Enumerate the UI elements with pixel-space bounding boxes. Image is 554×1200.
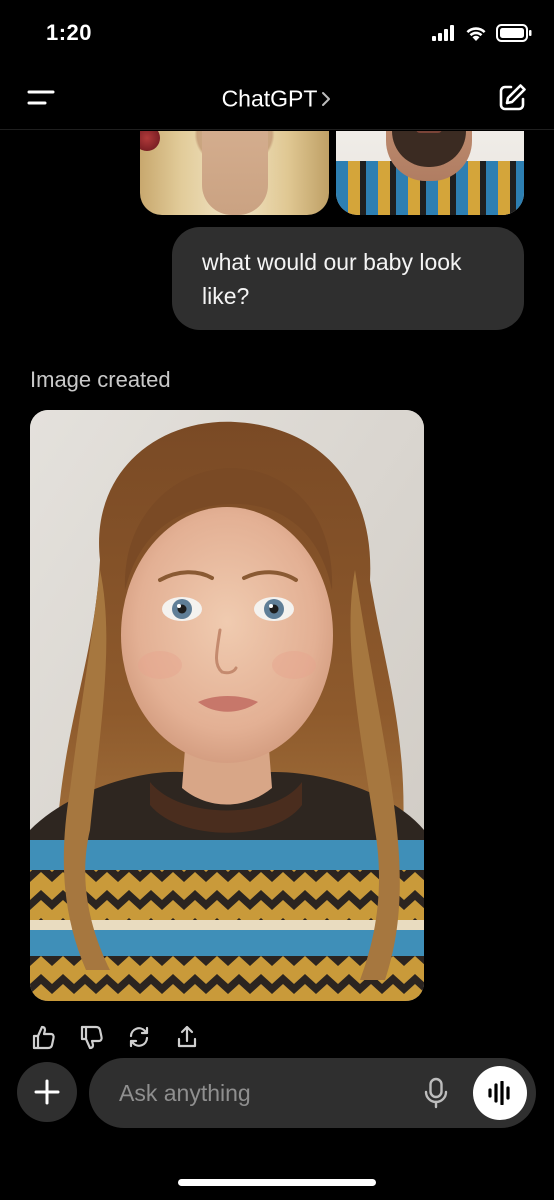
nav-bar: ChatGPT [0, 66, 554, 130]
attach-button[interactable] [17, 1062, 77, 1122]
message-actions [30, 1024, 200, 1050]
chevron-right-icon [322, 91, 331, 106]
model-selector[interactable]: ChatGPT [0, 84, 554, 112]
woman-portrait-photo[interactable] [140, 131, 329, 215]
voice-mode-button[interactable] [473, 1066, 527, 1120]
message-input[interactable] [119, 1076, 409, 1110]
home-indicator[interactable] [178, 1179, 376, 1186]
user-message-bubble: what would our baby look like? [172, 227, 524, 330]
voice-mode-icon [488, 1081, 510, 1105]
chat-thread[interactable]: what would our baby look like? Image cre… [0, 131, 554, 1051]
thumbs-down-icon[interactable] [78, 1024, 104, 1050]
plus-icon [34, 1079, 60, 1105]
battery-icon [496, 24, 532, 42]
status-bar: 1:20 [0, 0, 554, 66]
composer [89, 1058, 536, 1128]
dictate-button[interactable] [421, 1077, 451, 1109]
thumbs-up-icon[interactable] [30, 1024, 56, 1050]
toddler-portrait-image[interactable] [30, 410, 424, 1001]
share-icon[interactable] [174, 1024, 200, 1050]
status-icons [432, 24, 532, 42]
new-chat-button[interactable] [496, 82, 528, 114]
cellular-signal-icon [432, 25, 454, 41]
page-title: ChatGPT [221, 85, 318, 112]
wifi-icon [466, 27, 486, 41]
man-portrait-photo[interactable] [336, 131, 524, 215]
image-created-label: Image created [30, 367, 171, 392]
status-time: 1:20 [46, 20, 93, 45]
regenerate-icon[interactable] [126, 1024, 152, 1050]
microphone-icon [424, 1077, 448, 1109]
new-chat-icon [499, 84, 526, 111]
